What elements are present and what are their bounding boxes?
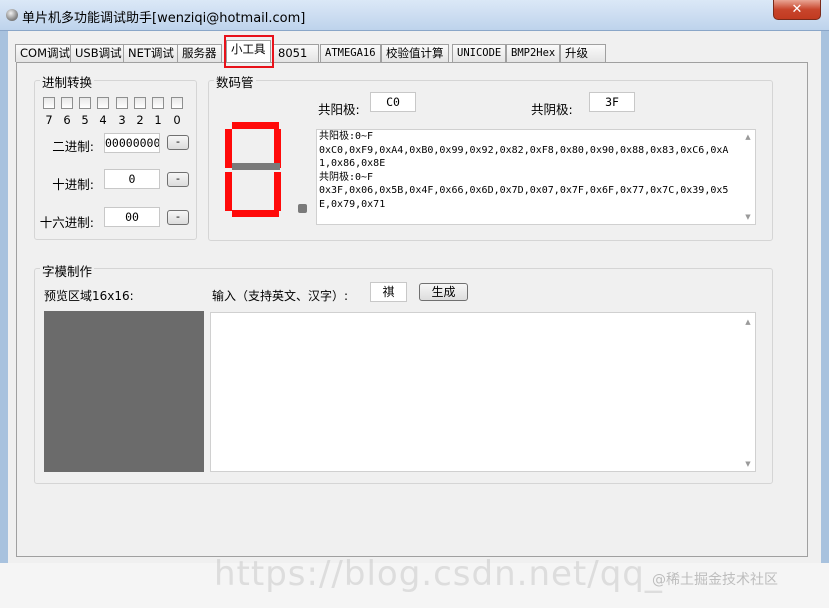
tab-com[interactable]: COM调试 xyxy=(15,44,76,62)
generate-button[interactable]: 生成 xyxy=(419,283,468,301)
bit6-label: 6 xyxy=(63,113,71,127)
tab-server[interactable]: 服务器 xyxy=(177,44,222,62)
bit5-label: 5 xyxy=(81,113,89,127)
common-anode-label: 共阳极: xyxy=(318,102,360,117)
binary-input[interactable]: 00000000 xyxy=(104,133,160,153)
decimal-clear-button[interactable]: - xyxy=(167,172,189,187)
font-char-input[interactable]: 祺 xyxy=(370,282,407,302)
hex-input[interactable]: 00 xyxy=(104,207,160,227)
segment-code-textarea[interactable]: 共阳极:0~F 0xC0,0xF9,0xA4,0xB0,0x99,0x92,0x… xyxy=(316,129,756,225)
bit0-label: 0 xyxy=(173,113,181,127)
hex-label: 十六进制: xyxy=(39,215,94,230)
segment-d xyxy=(232,210,279,217)
bit4-checkbox[interactable] xyxy=(97,97,109,109)
common-cathode-input[interactable]: 3F xyxy=(589,92,635,112)
input-label: 输入（支持英文、汉字）: xyxy=(212,289,349,303)
watermark-brand: @稀土掘金技术社区 xyxy=(652,572,778,588)
output-scroll-down-icon[interactable]: ▼ xyxy=(743,459,753,469)
bit6-checkbox[interactable] xyxy=(61,97,73,109)
decimal-input[interactable]: 0 xyxy=(104,169,160,189)
tab-checksum[interactable]: 校验值计算 xyxy=(381,44,449,62)
scroll-up-icon[interactable]: ▲ xyxy=(743,132,753,142)
segment-g xyxy=(232,163,280,170)
font-preview-area xyxy=(44,311,204,472)
bit2-checkbox[interactable] xyxy=(134,97,146,109)
binary-clear-button[interactable]: - xyxy=(167,135,189,150)
window-title: 单片机多功能调试助手[wenziqi@hotmail.com] xyxy=(22,11,306,26)
tab-8051[interactable]: 8051 xyxy=(273,44,319,62)
seven-segment-title: 数码管 xyxy=(214,72,256,91)
bit7-label: 7 xyxy=(45,113,53,127)
decimal-label: 十进制: xyxy=(52,177,94,192)
watermark-url: https://blog.csdn.net/qq_ xyxy=(214,554,663,594)
segment-c xyxy=(274,172,281,211)
common-cathode-label: 共阴极: xyxy=(531,102,573,117)
segment-f xyxy=(225,129,232,168)
bit1-checkbox[interactable] xyxy=(152,97,164,109)
common-anode-input[interactable]: C0 xyxy=(370,92,416,112)
output-scroll-up-icon[interactable]: ▲ xyxy=(743,317,753,327)
font-maker-title: 字模制作 xyxy=(40,261,95,280)
preview-label: 预览区域16x16: xyxy=(44,289,134,303)
bit3-label: 3 xyxy=(118,113,126,127)
segment-a xyxy=(232,122,279,129)
segment-e xyxy=(225,172,232,211)
bit7-checkbox[interactable] xyxy=(43,97,55,109)
segment-code-text: 共阳极:0~F 0xC0,0xF9,0xA4,0xB0,0x99,0x92,0x… xyxy=(319,131,729,210)
seven-segment-display[interactable] xyxy=(222,122,312,218)
bit5-checkbox[interactable] xyxy=(79,97,91,109)
bit0-checkbox[interactable] xyxy=(171,97,183,109)
close-button[interactable]: ✕ xyxy=(773,0,821,20)
hex-clear-button[interactable]: - xyxy=(167,210,189,225)
scroll-down-icon[interactable]: ▼ xyxy=(743,212,753,222)
segment-dp xyxy=(298,204,307,213)
tab-net[interactable]: NET调试 xyxy=(123,44,179,62)
font-output-textarea[interactable]: ▲ ▼ xyxy=(210,312,756,472)
tab-usb[interactable]: USB调试 xyxy=(70,44,127,62)
tab-upgrade[interactable]: 升级 xyxy=(560,44,606,62)
tab-atmega16[interactable]: ATMEGA16 xyxy=(320,44,381,62)
bit1-label: 1 xyxy=(154,113,162,127)
binary-label: 二进制: xyxy=(52,139,94,154)
bit4-label: 4 xyxy=(99,113,107,127)
bit2-label: 2 xyxy=(136,113,144,127)
tab-bmp2hex[interactable]: BMP2Hex xyxy=(506,44,561,62)
highlight-box xyxy=(224,35,274,68)
base-convert-title: 进制转换 xyxy=(40,72,95,91)
bit3-checkbox[interactable] xyxy=(116,97,128,109)
tab-unicode[interactable]: UNICODE xyxy=(452,44,507,62)
app-icon xyxy=(6,9,18,21)
